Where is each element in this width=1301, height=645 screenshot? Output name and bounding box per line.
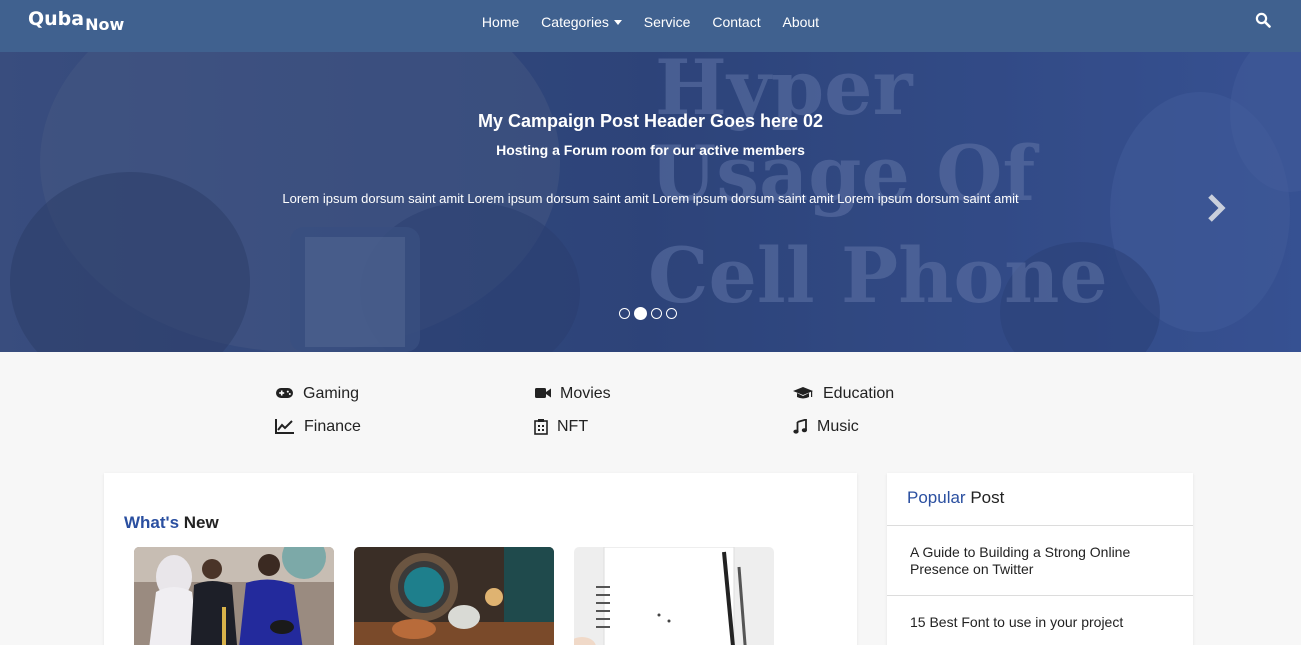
video-camera-icon	[535, 388, 551, 398]
search-icon[interactable]	[1255, 12, 1273, 30]
nav-contact[interactable]: Contact	[712, 14, 760, 30]
hero-carousel: Hyper Usage Of Cell Phone My Campaign Po…	[0, 52, 1301, 352]
hero-subtitle: Hosting a Forum room for our active memb…	[496, 142, 805, 158]
category-label: NFT	[557, 418, 589, 435]
popular-post-link[interactable]: 15 Best Font to use in your project	[910, 614, 1180, 631]
category-label: Movies	[560, 385, 611, 402]
post-image	[574, 547, 774, 645]
popular-post-link[interactable]: A Guide to Building a Strong Online Pres…	[910, 544, 1180, 578]
hero-title: My Campaign Post Header Goes here 02	[477, 111, 824, 131]
carousel-indicators	[619, 305, 681, 321]
whats-new-title-accent: What's	[124, 513, 180, 532]
category-label: Gaming	[303, 385, 360, 402]
category-label: Music	[817, 418, 859, 435]
graduation-cap-icon	[793, 387, 813, 399]
whats-new-title-rest: New	[183, 513, 219, 532]
post-thumbnail[interactable]	[134, 547, 334, 645]
post-image	[354, 547, 554, 645]
line-chart-icon	[275, 419, 294, 434]
popular-post-title: Popular Post	[907, 488, 1004, 508]
category-label: Finance	[304, 418, 361, 435]
nav-home[interactable]: Home	[482, 14, 519, 30]
divider	[887, 525, 1193, 526]
navbar: QubaNow Home Categories Service Contact …	[0, 0, 1301, 52]
divider	[887, 595, 1193, 596]
nav-menu: Home Categories Service Contact About	[0, 14, 1301, 30]
nft-icon	[534, 419, 548, 435]
post-thumbnail[interactable]	[354, 547, 554, 645]
music-note-icon	[793, 419, 807, 434]
nav-categories[interactable]: Categories	[541, 14, 622, 30]
nav-about[interactable]: About	[782, 14, 819, 30]
nav-categories-label: Categories	[541, 14, 609, 30]
popular-title-accent: Popular	[907, 488, 966, 507]
whats-new-title: What's New	[124, 513, 219, 533]
nav-service[interactable]: Service	[644, 14, 691, 30]
popular-post-section: Popular Post A Guide to Building a Stron…	[887, 473, 1193, 645]
post-image	[134, 547, 334, 645]
gamepad-icon	[276, 388, 293, 398]
whats-new-section: What's New	[104, 473, 857, 645]
chevron-right-icon[interactable]	[1204, 192, 1228, 224]
caret-down-icon	[613, 20, 622, 25]
popular-title-rest: Post	[970, 488, 1005, 507]
post-thumbnail[interactable]	[574, 547, 774, 645]
hero-text: Lorem ipsum dorsum saint amit Lorem ipsu…	[282, 191, 1019, 206]
category-label: Education	[823, 385, 895, 402]
